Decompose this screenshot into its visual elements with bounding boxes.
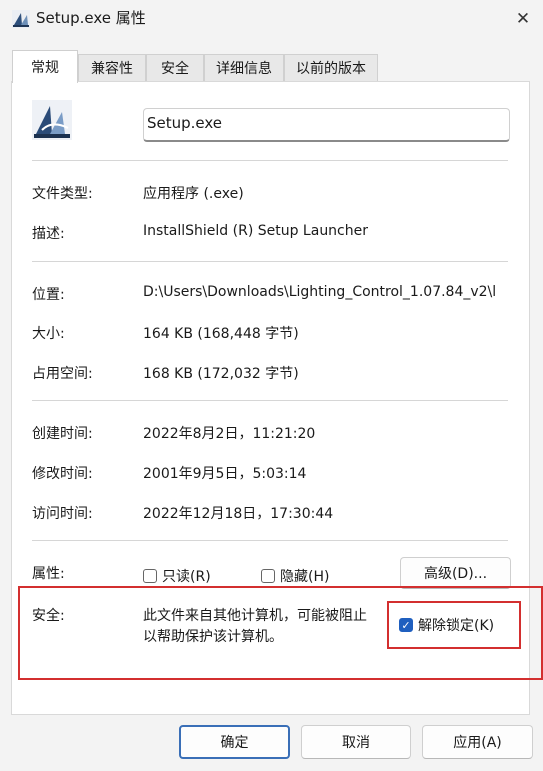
tab-details[interactable]: 详细信息 (204, 54, 284, 81)
ok-button[interactable]: 确定 (179, 725, 290, 759)
modified-label: 修改时间: (32, 466, 93, 482)
close-icon[interactable]: ✕ (503, 0, 543, 38)
cancel-button[interactable]: 取消 (301, 725, 411, 759)
accessed-value: 2022年12月18日，17:30:44 (143, 506, 334, 522)
modified-value: 2001年9月5日，5:03:14 (143, 466, 307, 482)
description-value: InstallShield (R) Setup Launcher (143, 223, 368, 239)
window-title: Setup.exe 属性 (36, 9, 146, 27)
size-on-disk-value: 168 KB (172,032 字节) (143, 366, 299, 382)
security-message-line2: 以帮助保护该计算机。 (143, 629, 283, 645)
tab-previous-versions[interactable]: 以前的版本 (284, 54, 378, 81)
app-icon (12, 10, 30, 28)
tab-general[interactable]: 常规 (12, 50, 78, 83)
accessed-label: 访问时间: (32, 506, 93, 522)
checkbox-icon (261, 569, 275, 583)
divider (32, 160, 508, 161)
location-label: 位置: (32, 287, 65, 303)
advanced-button[interactable]: 高级(D)... (400, 557, 511, 589)
tab-security[interactable]: 安全 (146, 54, 204, 81)
description-label: 描述: (32, 226, 65, 242)
attributes-label: 属性: (32, 566, 65, 582)
security-message-line1: 此文件来自其他计算机，可能被阻止 (143, 608, 367, 624)
divider (32, 540, 508, 541)
hidden-checkbox[interactable]: 隐藏(H) (261, 566, 329, 586)
divider (32, 400, 508, 401)
created-value: 2022年8月2日，11:21:20 (143, 426, 316, 442)
apply-button[interactable]: 应用(A) (422, 725, 533, 759)
file-type-label: 文件类型: (32, 186, 93, 202)
file-type-value: 应用程序 (.exe) (143, 186, 244, 202)
checkmark-icon: ✓ (399, 618, 413, 632)
location-value: D:\Users\Downloads\Lighting_Control_1.07… (143, 284, 497, 300)
divider (32, 261, 508, 262)
unblock-checkbox[interactable]: ✓ 解除锁定(K) (399, 615, 494, 635)
size-label: 大小: (32, 326, 65, 342)
file-name-input[interactable]: Setup.exe (143, 108, 510, 142)
file-icon (32, 100, 72, 140)
tab-compatibility[interactable]: 兼容性 (78, 54, 146, 81)
security-label: 安全: (32, 608, 65, 624)
created-label: 创建时间: (32, 426, 93, 442)
checkbox-icon (143, 569, 157, 583)
size-value: 164 KB (168,448 字节) (143, 326, 299, 342)
size-on-disk-label: 占用空间: (32, 366, 93, 382)
readonly-checkbox[interactable]: 只读(R) (143, 566, 211, 586)
